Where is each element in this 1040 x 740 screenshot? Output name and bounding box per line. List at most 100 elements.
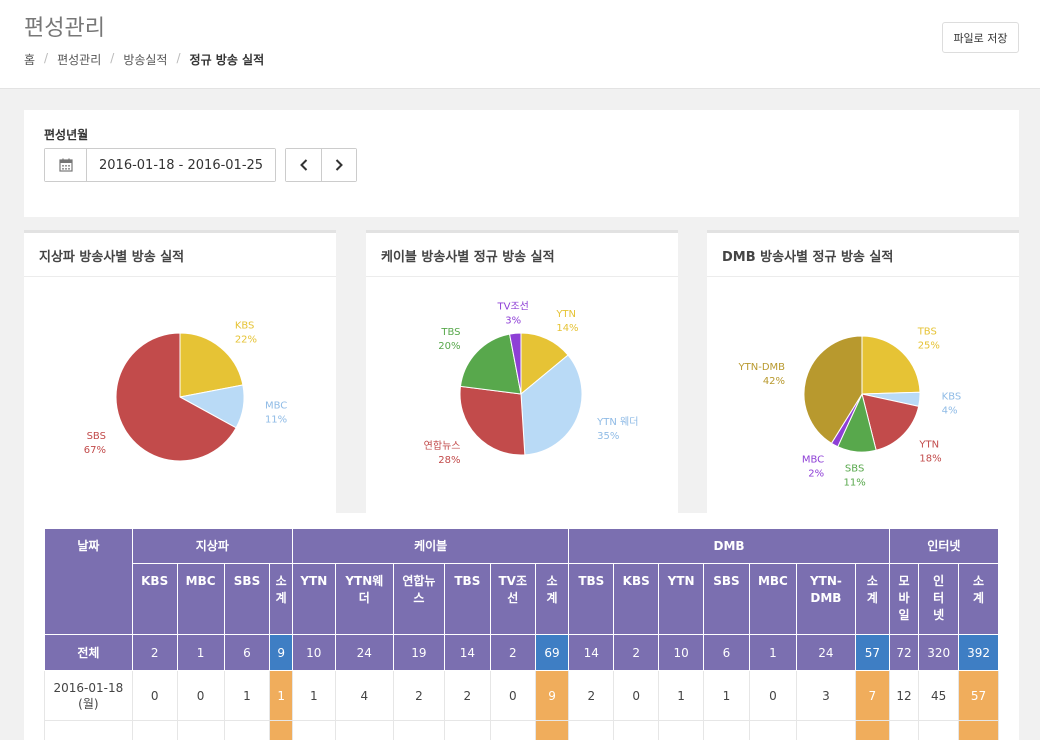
- breadcrumb: 홈 / 편성관리 / 방송실적 / 정규 방송 실적: [24, 51, 264, 68]
- date-range-group: [44, 148, 276, 182]
- pie-slice-percent-4: 2%: [808, 468, 824, 479]
- column-header: YTN- DMB: [795, 563, 857, 635]
- prev-period-button[interactable]: [286, 149, 321, 181]
- value-cell: 1: [176, 634, 225, 671]
- page-title: 편성관리: [24, 16, 105, 41]
- terrestrial-chart-card: 지상파 방송사별 방송 실적 KBS 22% MBC 11% SBS 67%: [24, 230, 336, 513]
- pie-slice-name-0: TBS: [917, 327, 937, 338]
- pie-slice-percent-5: 42%: [763, 376, 785, 387]
- pie-slice-name-2: 연합뉴스: [424, 440, 461, 452]
- value-cell: 46: [918, 720, 960, 740]
- pie-slice-percent-0: 22%: [235, 335, 257, 346]
- group-header: DMB: [568, 528, 890, 564]
- pie-slice-name-0: YTN: [555, 309, 576, 320]
- column-header: TV조 선: [489, 563, 536, 635]
- breadcrumb-current: 정규 방송 실적: [189, 53, 265, 67]
- pie-slice-name-2: YTN: [918, 440, 939, 451]
- pie-slice-2[interactable]: [459, 385, 526, 456]
- value-cell: 1: [269, 670, 293, 721]
- value-cell: 1: [658, 720, 705, 740]
- save-to-file-button[interactable]: 파일로 저장: [942, 22, 1019, 53]
- value-cell: 1: [658, 670, 705, 721]
- column-header: 소계: [855, 563, 890, 635]
- chevron-left-icon: [299, 159, 307, 171]
- value-cell: 2: [131, 634, 178, 671]
- page-header: 편성관리 홈 / 편성관리 / 방송실적 / 정규 방송 실적 파일로 저장: [0, 0, 1040, 89]
- group-header: 인터넷: [888, 528, 1000, 564]
- value-cell: 8: [855, 720, 890, 740]
- value-cell: 320: [918, 634, 960, 671]
- value-cell: 1: [703, 720, 750, 740]
- value-cell: 6: [223, 634, 271, 671]
- column-header: YTN: [658, 563, 705, 635]
- value-cell: 12: [888, 670, 920, 721]
- value-cell: 0: [613, 670, 660, 721]
- value-cell: 2: [613, 634, 660, 671]
- value-cell: 69: [534, 634, 570, 671]
- value-cell: 10: [534, 720, 570, 740]
- value-cell: 0: [176, 720, 225, 740]
- value-cell: 58: [958, 720, 999, 740]
- value-cell: 0: [748, 670, 797, 721]
- breadcrumb-separator: /: [176, 51, 181, 65]
- value-cell: 57: [855, 634, 890, 671]
- pie-slice-percent-3: 11%: [844, 478, 866, 489]
- value-cell: 2: [568, 670, 615, 721]
- table-row: 전체 2 1 6 9 10 24 19 14 2 69 14 2 10 6 1 24 57 72 320 392: [44, 634, 999, 671]
- value-cell: 9: [269, 634, 293, 671]
- date-range-input[interactable]: [87, 149, 275, 181]
- dmb-chart-card: DMB 방송사별 정규 방송 실적 TBS 25% KBS 4% YTN 18% SBS 11…: [707, 230, 1019, 513]
- value-cell: 2: [392, 720, 445, 740]
- breadcrumb-separator: /: [110, 51, 115, 65]
- value-cell: 2: [443, 670, 491, 721]
- pie-slice-name-3: TBS: [440, 327, 460, 338]
- date-nav-group: [285, 148, 357, 182]
- value-cell: 6: [703, 634, 750, 671]
- value-cell: 10: [291, 634, 336, 671]
- value-cell: 14: [568, 634, 615, 671]
- terrestrial-pie-chart: KBS 22% MBC 11% SBS 67%: [84, 321, 287, 462]
- column-header: 소계: [958, 563, 999, 635]
- pie-slice-name-1: MBC: [265, 400, 287, 411]
- value-cell: 2: [489, 634, 536, 671]
- value-cell: 1: [291, 670, 336, 721]
- value-cell: 72: [888, 634, 920, 671]
- next-period-button[interactable]: [321, 149, 356, 181]
- date-cell: 2016-01-18 (월): [44, 670, 133, 721]
- value-cell: 392: [958, 634, 999, 671]
- column-header: TBS: [568, 563, 615, 635]
- value-cell: 57: [958, 670, 999, 721]
- calendar-icon[interactable]: [45, 149, 87, 181]
- pie-slice-percent-1: 4%: [942, 405, 958, 416]
- dmb-chart-title: DMB 방송사별 정규 방송 실적: [722, 250, 894, 265]
- pie-slice-percent-0: 14%: [556, 323, 578, 334]
- column-header: 연합뉴 스: [392, 563, 445, 635]
- pie-slice-0[interactable]: [861, 335, 921, 395]
- value-cell: 4: [334, 720, 394, 740]
- value-cell: 0: [613, 720, 660, 740]
- column-header: MBC: [748, 563, 797, 635]
- breadcrumb-separator: /: [44, 51, 49, 65]
- column-header: YTN: [291, 563, 336, 635]
- value-cell: 1: [223, 720, 271, 740]
- breadcrumb-broadcast-results[interactable]: 방송실적: [123, 51, 167, 68]
- column-header: KBS: [613, 563, 660, 635]
- schedule-month-label: 편성년월: [44, 128, 89, 142]
- breadcrumb-scheduling[interactable]: 편성관리: [57, 51, 101, 68]
- dmb-pie-chart: TBS 25% KBS 4% YTN 18% SBS 11% MBC 2% YTN-DMB 42%: [738, 327, 962, 489]
- column-header: 인터넷: [918, 563, 960, 635]
- pie-slice-percent-1: 35%: [597, 431, 619, 442]
- pie-slice-percent-4: 3%: [505, 315, 521, 326]
- value-cell: 0: [489, 670, 536, 721]
- broadcast-stats-table: 날짜 지상파 케이블 DMB 인터넷 KBS MBC SBS 소 계 YTN YTN웨 더 연합뉴 스 TBS…: [44, 528, 1000, 740]
- value-cell: 3: [795, 720, 857, 740]
- value-cell: 7: [855, 670, 890, 721]
- column-header: TBS: [443, 563, 491, 635]
- pie-slice-percent-1: 11%: [265, 414, 287, 425]
- table-row: 2016-01-19001114230103011038124658: [44, 720, 999, 740]
- value-cell: 2: [392, 670, 445, 721]
- terrestrial-chart-title: 지상파 방송사별 방송 실적: [39, 250, 185, 265]
- breadcrumb-home[interactable]: 홈: [24, 51, 35, 68]
- pie-slice-name-2: SBS: [87, 431, 106, 442]
- pie-slice-percent-2: 67%: [84, 445, 106, 456]
